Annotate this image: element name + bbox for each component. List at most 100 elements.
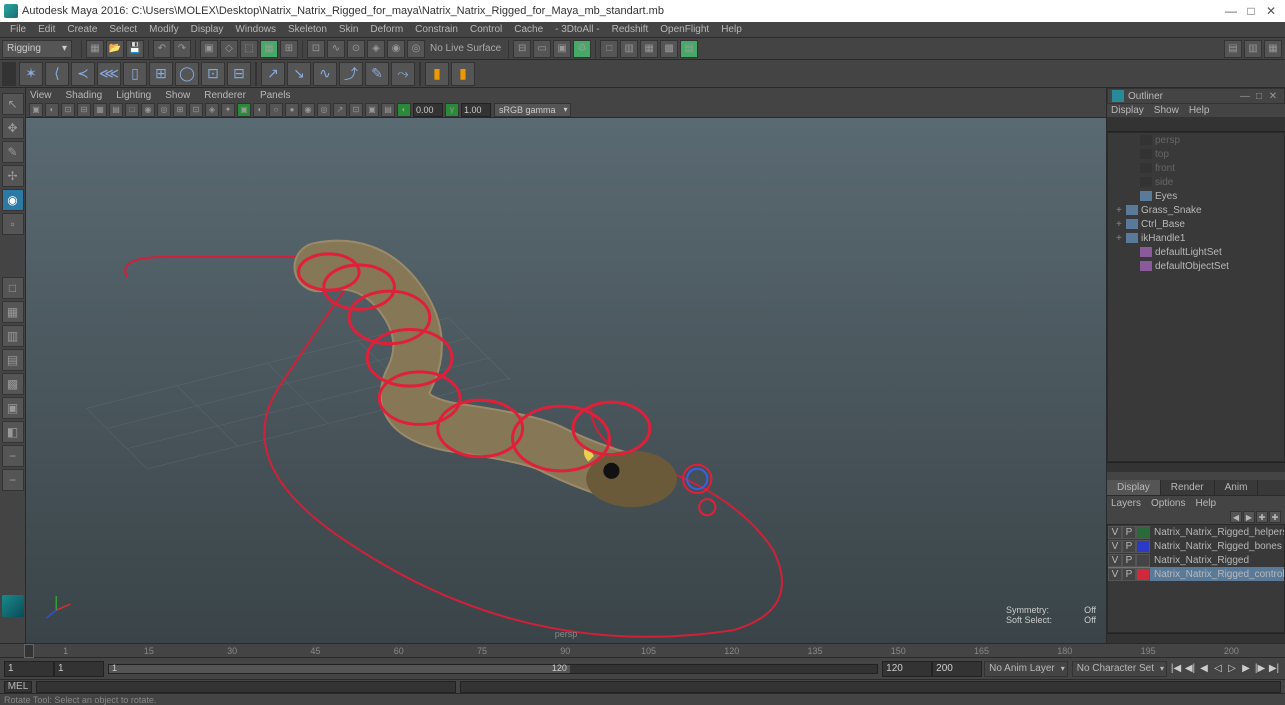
layer-visibility[interactable]: V	[1108, 568, 1122, 581]
select-all-button[interactable]: ▦	[260, 40, 278, 58]
layer-menu-options[interactable]: Options	[1151, 498, 1185, 509]
workspace-dropdown[interactable]: Rigging▾	[2, 40, 72, 58]
undo-button[interactable]: ↶	[153, 40, 171, 58]
playback-end[interactable]: ▶|	[1267, 661, 1281, 677]
panel-icon[interactable]: ⊟	[77, 103, 91, 117]
panel-icon[interactable]: ⊡	[189, 103, 203, 117]
menu-edit[interactable]: Edit	[32, 24, 61, 35]
range-start-outer[interactable]: 1	[4, 661, 54, 677]
scale-tool[interactable]: ▫	[2, 213, 24, 235]
layer-visibility[interactable]: V	[1108, 554, 1122, 567]
panel-icon[interactable]: ▣	[365, 103, 379, 117]
shelf-btn-4[interactable]: ⋘	[97, 62, 121, 86]
panel-four-button[interactable]: ▩	[660, 40, 678, 58]
shelf-btn-6[interactable]: ⊞	[149, 62, 173, 86]
shelf-btn-16[interactable]: ▮	[425, 62, 449, 86]
layer-color[interactable]	[1136, 526, 1150, 539]
panel-icon[interactable]: ◉	[141, 103, 155, 117]
panel-icon[interactable]: ◈	[205, 103, 219, 117]
layout-single[interactable]: □	[2, 277, 24, 299]
open-scene-button[interactable]: 📂	[106, 40, 124, 58]
panel-icon[interactable]: ▣	[29, 103, 43, 117]
lasso-select-button[interactable]: ◇	[220, 40, 238, 58]
panel-icon[interactable]: ⊡	[349, 103, 363, 117]
layer-new-empty[interactable]: ✚	[1269, 511, 1281, 523]
range-slider-handle[interactable]: 1 120	[109, 665, 570, 673]
menu-skeleton[interactable]: Skeleton	[282, 24, 333, 35]
command-input[interactable]	[36, 681, 456, 693]
outliner-menu-help[interactable]: Help	[1189, 105, 1210, 116]
panel-icon[interactable]: ▣	[237, 103, 251, 117]
layout-four[interactable]: ▦	[2, 301, 24, 323]
close-button[interactable]: ✕	[1261, 3, 1281, 19]
select-hierarchy-button[interactable]: ⊞	[280, 40, 298, 58]
expand-icon[interactable]: +	[1116, 205, 1126, 216]
lasso-tool[interactable]: ✥	[2, 117, 24, 139]
menu-dtoall[interactable]: - 3DtoAll -	[549, 24, 605, 35]
maximize-button[interactable]: □	[1241, 3, 1261, 19]
range-end-outer[interactable]: 200	[932, 661, 982, 677]
layer-new[interactable]: ✚	[1256, 511, 1268, 523]
script-language[interactable]: MEL	[4, 681, 32, 693]
shelf-btn-1[interactable]: ✶	[19, 62, 43, 86]
rotate-tool[interactable]: ◉	[2, 189, 24, 211]
panel-icon[interactable]: ●	[285, 103, 299, 117]
redo-button[interactable]: ↷	[173, 40, 191, 58]
expand-icon[interactable]: +	[1116, 233, 1126, 244]
outliner-menu-show[interactable]: Show	[1154, 105, 1179, 116]
snap-view-button[interactable]: ◎	[407, 40, 425, 58]
menu-create[interactable]: Create	[61, 24, 103, 35]
layer-row[interactable]: VPNatrix_Natrix_Rigged	[1108, 553, 1284, 567]
shelf-btn-13[interactable]: ⤴	[339, 62, 363, 86]
new-scene-button[interactable]: ▦	[86, 40, 104, 58]
panel-single-button[interactable]: □	[600, 40, 618, 58]
outliner-item[interactable]: side	[1108, 175, 1284, 189]
layer-row[interactable]: VPNatrix_Natrix_Rigged_controllers	[1108, 567, 1284, 581]
layer-color[interactable]	[1136, 568, 1150, 581]
shelf-btn-12[interactable]: ∿	[313, 62, 337, 86]
layer-visibility[interactable]: V	[1108, 540, 1122, 553]
panel-icon[interactable]: ⊡	[61, 103, 75, 117]
snap-plane-button[interactable]: ◈	[367, 40, 385, 58]
range-slider-track[interactable]: 1 120	[108, 664, 878, 674]
layout-two-stack[interactable]: ▤	[2, 349, 24, 371]
playback-next-key[interactable]: |▶	[1253, 661, 1267, 677]
layer-move-up[interactable]: ◀	[1230, 511, 1242, 523]
playback-next[interactable]: ▶	[1239, 661, 1253, 677]
tab-anim[interactable]: Anim	[1215, 480, 1259, 495]
ipr-render-button[interactable]: ▣	[553, 40, 571, 58]
outliner-menu-display[interactable]: Display	[1111, 105, 1144, 116]
gamma-field[interactable]: 1.00	[461, 103, 491, 117]
layout-two-side[interactable]: ▥	[2, 325, 24, 347]
layout-three[interactable]: ▩	[2, 373, 24, 395]
toggle-attribute-editor-button[interactable]: ▤	[1224, 40, 1242, 58]
panel-icon[interactable]: ▦	[93, 103, 107, 117]
playback-prev-key[interactable]: ◀|	[1183, 661, 1197, 677]
menu-control[interactable]: Control	[464, 24, 508, 35]
layout-custom[interactable]: −	[2, 469, 24, 491]
shelf-btn-5[interactable]: ▯	[123, 62, 147, 86]
anim-layer-dropdown[interactable]: No Anim Layer	[984, 661, 1068, 677]
snap-curve-button[interactable]: ∿	[327, 40, 345, 58]
playback-play[interactable]: ▷	[1225, 661, 1239, 677]
shelf-btn-7[interactable]: ◯	[175, 62, 199, 86]
layer-playback[interactable]: P	[1122, 540, 1136, 553]
range-start[interactable]: 1	[54, 661, 104, 677]
layer-row[interactable]: VPNatrix_Natrix_Rigged_helpers	[1108, 525, 1284, 539]
shelf-btn-17[interactable]: ▮	[451, 62, 475, 86]
outliner-tree[interactable]: persptopfrontsideEyes+Grass_Snake+Ctrl_B…	[1107, 132, 1285, 462]
panel-icon[interactable]: ▤	[109, 103, 123, 117]
tab-display[interactable]: Display	[1107, 480, 1161, 495]
colorspace-dropdown[interactable]: sRGB gamma	[494, 103, 571, 117]
outliner-item[interactable]: top	[1108, 147, 1284, 161]
panel-icon[interactable]: ◐	[253, 103, 267, 117]
panel-menu-view[interactable]: View	[30, 90, 52, 101]
shelf-btn-10[interactable]: ↗	[261, 62, 285, 86]
exposure-field[interactable]: 0.00	[413, 103, 443, 117]
menu-redshift[interactable]: Redshift	[606, 24, 655, 35]
panel-icon[interactable]: ✦	[221, 103, 235, 117]
menu-deform[interactable]: Deform	[364, 24, 409, 35]
shelf-btn-8[interactable]: ⊡	[201, 62, 225, 86]
panel-menu-panels[interactable]: Panels	[260, 90, 291, 101]
panel-icon[interactable]: ↗	[333, 103, 347, 117]
